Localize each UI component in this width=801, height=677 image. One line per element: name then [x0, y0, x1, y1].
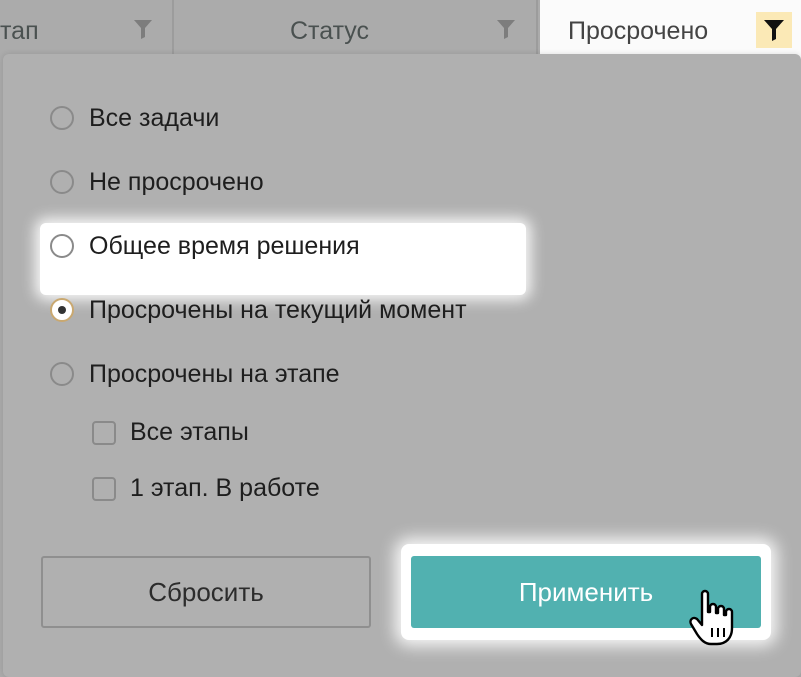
radio-button-selected[interactable]	[50, 298, 74, 322]
radio-label: Общее время решения	[89, 232, 360, 260]
column-header-status[interactable]: Статус	[176, 0, 538, 60]
checkbox-label: Все этапы	[130, 418, 249, 446]
hand-pointer-icon	[689, 589, 734, 646]
checkbox[interactable]	[92, 477, 116, 501]
radio-label: Не просрочено	[89, 168, 264, 196]
column-header-label: Статус	[290, 17, 370, 45]
column-header-stage[interactable]: тап	[0, 0, 174, 60]
radio-button[interactable]	[50, 234, 74, 258]
radio-button[interactable]	[50, 170, 74, 194]
column-header-label: Просрочено	[568, 17, 709, 45]
radio-label: Все задачи	[89, 104, 220, 132]
column-header-overdue[interactable]: Просрочено	[540, 0, 801, 60]
table-header: тап Статус Просрочено	[0, 0, 801, 60]
radio-button[interactable]	[50, 362, 74, 386]
reset-button[interactable]: Сбросить	[41, 556, 371, 628]
radio-label: Просрочены на этапе	[89, 360, 340, 388]
radio-button[interactable]	[50, 106, 74, 130]
checkbox[interactable]	[92, 421, 116, 445]
filter-icon	[764, 20, 784, 41]
radio-label: Просрочены на текущий момент	[89, 296, 467, 324]
column-header-label: тап	[0, 17, 39, 45]
checkbox-label: 1 этап. В работе	[130, 474, 320, 502]
active-filter-button[interactable]	[756, 12, 792, 48]
filter-icon[interactable]	[133, 18, 153, 40]
filter-icon[interactable]	[496, 18, 516, 40]
